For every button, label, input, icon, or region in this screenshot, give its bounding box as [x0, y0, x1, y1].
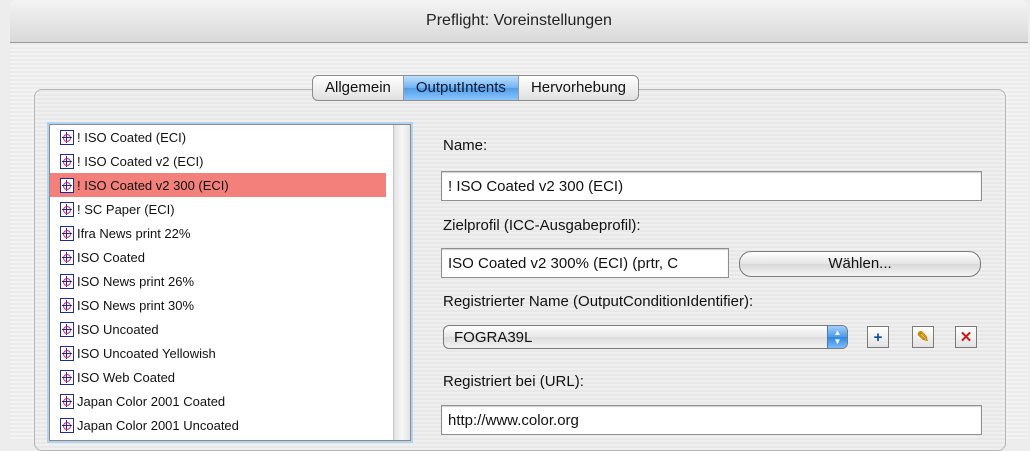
list-item[interactable]: ISO Coated — [50, 245, 386, 269]
list-item-label: ! SC Paper (ECI) — [77, 201, 175, 217]
list-item[interactable]: Japan Color 2001 Coated — [50, 389, 386, 413]
chevron-up-down-icon: ▲ ▼ — [827, 326, 847, 348]
icc-profile-icon — [60, 129, 74, 145]
add-button[interactable]: + — [867, 326, 889, 348]
icc-profile-icon — [60, 345, 74, 361]
list-item[interactable]: ISO Uncoated — [50, 317, 386, 341]
list-item-label: Japan Color 2001 Uncoated — [77, 417, 239, 433]
list-item-label: Japan Color 2001 Coated — [77, 393, 226, 409]
output-intent-list[interactable]: ! ISO Coated (ECI) ! ISO Coated v2 (ECI)… — [49, 124, 411, 441]
window-title: Preflight: Voreinstellungen — [426, 12, 612, 29]
list-item[interactable]: ISO News print 30% — [50, 293, 386, 317]
list-item[interactable]: Japan Color 2001 Uncoated — [50, 413, 386, 437]
icc-profile-icon — [60, 201, 74, 217]
icc-profile-icon — [60, 273, 74, 289]
tab-hervorhebung[interactable]: Hervorhebung — [519, 76, 638, 100]
name-label: Name: — [443, 137, 488, 154]
list-item-label: ISO Uncoated Yellowish — [77, 345, 216, 361]
list-item-label: ! ISO Coated v2 (ECI) — [77, 153, 204, 169]
registered-name-select[interactable]: FOGRA39L ▲ ▼ — [443, 325, 848, 349]
registered-at-label: Registriert bei (URL): — [443, 373, 584, 390]
list-item-label: ISO Uncoated — [77, 321, 159, 337]
list-item[interactable]: Ifra News print 22% — [50, 221, 386, 245]
list-item-label: ISO News print 26% — [77, 273, 195, 289]
delete-button[interactable]: ✕ — [955, 326, 977, 348]
list-item-selected[interactable]: ! ISO Coated v2 300 (ECI) — [50, 173, 386, 197]
list-item[interactable]: ! SC Paper (ECI) — [50, 197, 386, 221]
pencil-icon: ✎ — [916, 329, 930, 346]
list-item[interactable]: ! ISO Coated v2 (ECI) — [50, 149, 386, 173]
tab-outputintents[interactable]: OutputIntents — [403, 76, 519, 100]
profile-label: Zielprofil (ICC-Ausgabeprofil): — [443, 217, 641, 234]
list-item-label: ISO News print 30% — [77, 297, 195, 313]
list-scrollbar[interactable] — [393, 125, 410, 440]
add-icon: + — [873, 328, 883, 346]
list-item[interactable]: ISO News print 26% — [50, 269, 386, 293]
icc-profile-icon — [60, 225, 74, 241]
list-item-label: ISO Web Coated — [77, 369, 176, 385]
icc-profile-icon — [60, 321, 74, 337]
list-item-label: ! ISO Coated v2 300 (ECI) — [77, 177, 229, 193]
registered-at-field[interactable] — [441, 405, 982, 435]
icc-profile-icon — [60, 177, 74, 193]
list-item[interactable]: ISO Web Coated — [50, 365, 386, 389]
edit-button[interactable]: ✎ — [912, 326, 934, 348]
icc-profile-icon — [60, 249, 74, 265]
registered-name-label: Registrierter Name (OutputConditionIdent… — [443, 293, 754, 310]
delete-icon: ✕ — [959, 329, 973, 346]
list-item-label: Ifra News print 22% — [77, 225, 191, 241]
icc-profile-icon — [60, 153, 74, 169]
icc-profile-icon — [60, 297, 74, 313]
icc-profile-icon — [60, 369, 74, 385]
tab-bar: Allgemein OutputIntents Hervorhebung — [312, 75, 639, 101]
icc-profile-icon — [60, 417, 74, 433]
registered-name-value: FOGRA39L — [454, 329, 533, 346]
tab-allgemein[interactable]: Allgemein — [313, 76, 404, 100]
list-item-label: ISO Coated — [77, 249, 145, 265]
list-item[interactable]: ! ISO Coated (ECI) — [50, 125, 386, 149]
list-item[interactable]: ISO Uncoated Yellowish — [50, 341, 386, 365]
icc-profile-icon — [60, 393, 74, 409]
title-bar: Preflight: Voreinstellungen — [10, 0, 1028, 43]
choose-profile-button[interactable]: Wählen... — [739, 251, 981, 277]
name-field[interactable] — [441, 171, 982, 201]
list-item-label: ! ISO Coated (ECI) — [77, 129, 187, 145]
profile-field[interactable] — [441, 248, 729, 278]
